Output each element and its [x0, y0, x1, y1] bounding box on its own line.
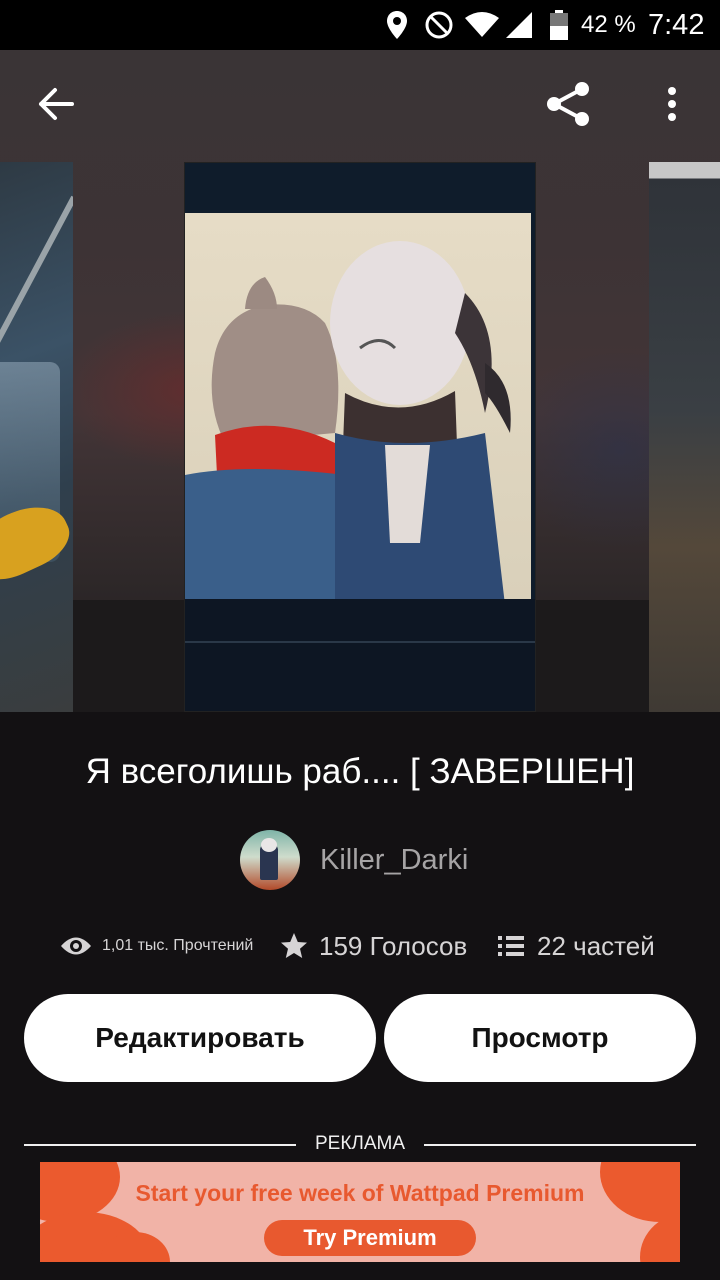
votes-count: 159 Голосов: [319, 930, 468, 961]
do-not-disturb-icon: [424, 0, 454, 50]
more-options-button[interactable]: [644, 76, 700, 132]
parts-stat: 22 частей: [498, 926, 655, 966]
back-button[interactable]: [28, 76, 84, 132]
arrow-left-icon: [39, 88, 74, 120]
cover-artwork: [185, 241, 511, 605]
ad-headline: Start your free week of Wattpad Premium: [135, 1180, 585, 1206]
list-icon: [498, 936, 524, 956]
ad-banner[interactable]: Start your free week of Wattpad Premium …: [40, 1162, 680, 1262]
star-icon: [281, 933, 307, 958]
share-button[interactable]: [540, 76, 596, 132]
clock: 7:42: [648, 8, 705, 41]
battery-icon: [549, 0, 569, 50]
story-cover-image[interactable]: [184, 162, 536, 712]
author-link[interactable]: Killer_Darki: [240, 830, 468, 890]
reads-count: 1,01 тыс. Прочтений: [102, 937, 254, 954]
location-icon: [385, 0, 409, 50]
parts-count: 22 частей: [537, 930, 655, 961]
edit-button[interactable]: Редактировать: [24, 994, 376, 1082]
battery-percent: 42 %: [581, 11, 636, 38]
wifi-icon: [464, 0, 500, 50]
divider: [424, 1144, 696, 1146]
author-name[interactable]: Killer_Darki: [320, 844, 468, 877]
story-title: Я всеголишь раб.... [ ЗАВЕРШЕН]: [85, 752, 635, 791]
view-button[interactable]: Просмотр: [384, 994, 696, 1082]
reads-stat: 1,01 тыс. Прочтений: [60, 926, 253, 966]
status-bar: 42 % 7:42: [0, 0, 720, 50]
share-icon: [547, 82, 589, 126]
divider: [24, 1144, 296, 1146]
ad-section-label: РЕКЛАМА: [0, 1133, 720, 1157]
more-vertical-icon: [668, 87, 676, 121]
ad-label: РЕКЛАМА: [314, 1133, 406, 1154]
votes-stat: 159 Голосов: [280, 926, 467, 966]
next-story-cover[interactable]: [649, 162, 720, 712]
eye-icon: [61, 937, 91, 955]
avatar[interactable]: [240, 830, 300, 890]
previous-story-cover[interactable]: [0, 162, 73, 712]
signal-icon: [504, 0, 534, 50]
try-premium-button[interactable]: Try Premium: [264, 1220, 476, 1256]
